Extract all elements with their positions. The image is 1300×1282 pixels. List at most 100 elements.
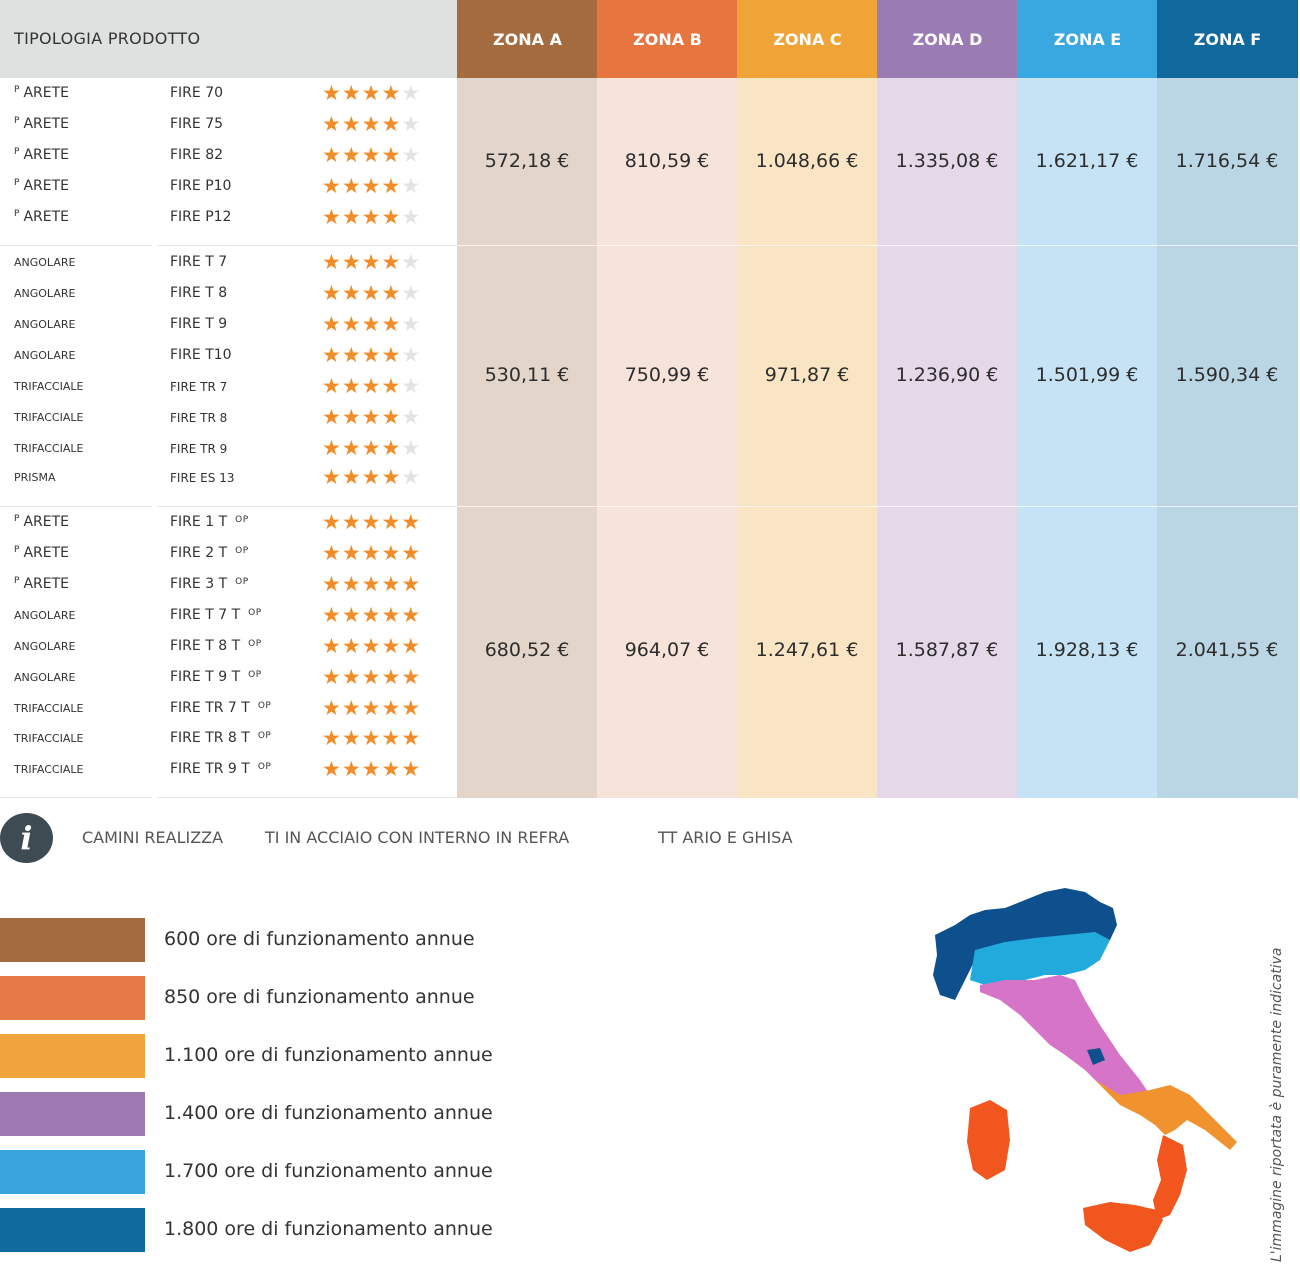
product-type-label: ARETE	[23, 178, 69, 194]
star-icon: ★	[381, 696, 402, 720]
info-text-3: TT ARIO E GHISA	[658, 828, 793, 847]
star-icon: ★	[322, 665, 342, 689]
table-row: ANGOLARE FIRE T 8 T OP ★★★★★	[0, 634, 457, 668]
star-icon: ★	[401, 436, 422, 460]
legend-label: 1.400 ore di funzionamento annue	[164, 1102, 493, 1124]
price-zone-d: 1.335,08 €	[895, 150, 999, 172]
star-icon: ★	[381, 81, 402, 105]
product-name-label: FIRE TR 7	[170, 380, 228, 394]
star-icon: ★	[361, 312, 382, 336]
product-type-label: ARETE	[23, 209, 69, 225]
product-type-label: ANGOLARE	[14, 349, 76, 362]
product-suffix: OP	[235, 515, 249, 525]
star-icon: ★	[341, 343, 362, 367]
legend-swatch	[0, 1208, 145, 1252]
product-name-label: FIRE T10	[170, 347, 232, 363]
star-rating: ★★★★★	[322, 696, 421, 720]
star-icon: ★	[341, 374, 362, 398]
star-icon: ★	[322, 405, 342, 429]
star-icon: ★	[341, 603, 362, 627]
legend-label: 600 ore di funzionamento annue	[164, 928, 475, 950]
row-divider	[157, 797, 457, 798]
table-row: ANGOLARE FIRE T 9 ★★★★★	[0, 312, 457, 346]
row-divider	[0, 797, 152, 798]
product-type-label: TRIFACCIALE	[14, 763, 84, 776]
price-zone-f: 1.716,54 €	[1175, 150, 1279, 172]
table-row: P ARETE FIRE P10 ★★★★★	[0, 174, 457, 208]
product-suffix: OP	[257, 701, 272, 711]
product-type: ANGOLARE	[14, 671, 75, 684]
product-type-label: ARETE	[23, 545, 69, 561]
price-zone-a: 680,52 €	[484, 639, 570, 661]
star-icon: ★	[381, 250, 402, 274]
star-icon: ★	[401, 343, 422, 367]
table-row: PRISMA FIRE ES 13 ★★★★★	[0, 465, 457, 499]
zone-header-f: ZONA F	[1157, 0, 1298, 78]
product-name: FIRE T 9	[170, 316, 227, 332]
product-type-label: ANGOLARE	[14, 256, 76, 269]
price-zone-a: 530,11 €	[484, 364, 570, 386]
table-row: TRIFACCIALE FIRE TR 8 T OP ★★★★★	[0, 726, 457, 760]
product-name-label: FIRE T 8	[170, 285, 228, 301]
product-type: ANGOLARE	[14, 640, 75, 653]
product-type-prefix: P	[14, 147, 20, 157]
product-name-label: FIRE T 7 T	[170, 607, 241, 623]
star-icon: ★	[322, 465, 342, 489]
product-type-prefix: P	[14, 178, 20, 188]
star-icon: ★	[381, 112, 402, 136]
star-icon: ★	[381, 510, 402, 534]
star-icon: ★	[401, 541, 422, 565]
product-type-label: TRIFACCIALE	[14, 442, 84, 455]
star-icon: ★	[341, 205, 362, 229]
star-icon: ★	[381, 634, 402, 658]
product-name-label: FIRE 2 T	[170, 545, 228, 561]
star-icon: ★	[401, 143, 422, 167]
star-icon: ★	[381, 205, 402, 229]
zone-column-b	[597, 78, 738, 798]
star-icon: ★	[381, 312, 402, 336]
product-type: ANGOLARE	[14, 609, 75, 622]
product-name-label: FIRE TR 7 T	[170, 700, 250, 716]
star-icon: ★	[361, 436, 382, 460]
star-icon: ★	[322, 81, 342, 105]
product-suffix: OP	[248, 670, 262, 680]
product-name-label: FIRE T 9	[170, 316, 228, 332]
star-rating: ★★★★★	[322, 312, 421, 336]
star-icon: ★	[341, 250, 362, 274]
price-zone-e: 1.928,13 €	[1035, 639, 1139, 661]
row-divider	[157, 506, 457, 507]
star-icon: ★	[341, 541, 362, 565]
table-row: ANGOLARE FIRE T10 ★★★★★	[0, 343, 457, 377]
star-icon: ★	[381, 405, 402, 429]
star-icon: ★	[361, 174, 382, 198]
star-icon: ★	[361, 634, 382, 658]
product-name: FIRE T 9 T OP	[170, 669, 262, 685]
product-type: TRIFACCIALE	[14, 732, 83, 745]
star-icon: ★	[361, 665, 382, 689]
star-icon: ★	[401, 174, 422, 198]
star-rating: ★★★★★	[322, 436, 421, 460]
product-name: FIRE T10	[170, 347, 232, 363]
star-icon: ★	[341, 405, 362, 429]
table-row: P ARETE FIRE 75 ★★★★★	[0, 112, 457, 146]
product-name-label: FIRE TR 8 T	[170, 730, 250, 746]
product-name: FIRE 3 T OP	[170, 576, 249, 592]
star-icon: ★	[361, 541, 382, 565]
product-name: FIRE 82	[170, 147, 223, 163]
table-row: P ARETE FIRE 3 T OP ★★★★★	[0, 572, 457, 606]
price-zone-e: 1.501,99 €	[1035, 364, 1139, 386]
star-icon: ★	[401, 510, 422, 534]
product-name-label: FIRE ES 13	[170, 471, 235, 485]
star-icon: ★	[341, 312, 362, 336]
product-suffix: OP	[257, 731, 272, 741]
star-icon: ★	[381, 665, 402, 689]
product-type: P ARETE	[14, 147, 69, 163]
row-divider	[0, 245, 152, 246]
zone-header-a: ZONA A	[457, 0, 598, 78]
product-type-label: TRIFACCIALE	[14, 411, 84, 424]
star-rating: ★★★★★	[322, 112, 421, 136]
star-rating: ★★★★★	[322, 665, 421, 689]
legend-swatch	[0, 918, 145, 962]
star-icon: ★	[401, 405, 422, 429]
zone-header-c: ZONA C	[737, 0, 878, 78]
